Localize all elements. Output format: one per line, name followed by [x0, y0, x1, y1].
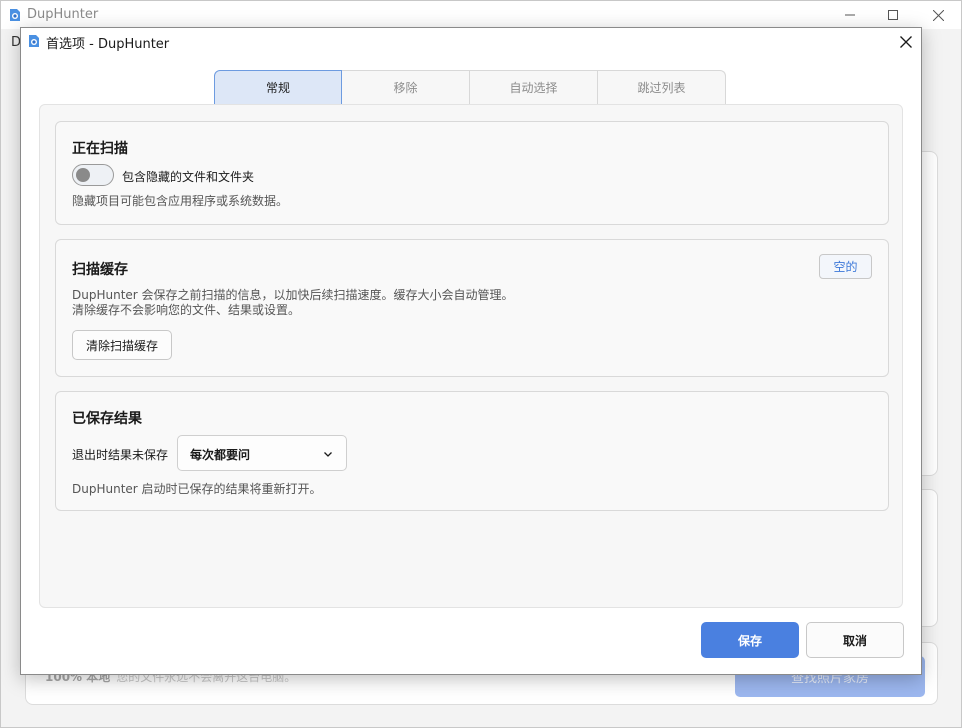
- clear-scan-cache-button[interactable]: 清除扫描缓存: [72, 330, 172, 360]
- scan-cache-title: 扫描缓存: [72, 262, 128, 278]
- saved-results-section: 已保存结果 退出时结果未保存 每次都要问 DupHunter 启动时已保存的结果…: [55, 391, 889, 511]
- scanning-section: 正在扫描 包含隐藏的文件和文件夹 隐藏项目可能包含应用程序或系统数据。: [55, 121, 889, 225]
- scan-cache-section: 扫描缓存 空的 DupHunter 会保存之前扫描的信息，以加快后续扫描速度。缓…: [55, 239, 889, 377]
- close-icon: [932, 9, 944, 21]
- close-icon: [900, 36, 912, 48]
- saved-results-description: DupHunter 启动时已保存的结果将重新打开。: [72, 482, 322, 496]
- dialog-titlebar: 首选项 - DupHunter: [21, 28, 921, 56]
- toggle-knob: [76, 168, 90, 182]
- tab-skip-list[interactable]: 跳过列表: [598, 70, 726, 104]
- minimize-button[interactable]: [827, 1, 873, 29]
- chevron-down-icon: [324, 452, 332, 457]
- cancel-button[interactable]: 取消: [806, 622, 904, 658]
- scan-cache-description-2: 清除缓存不会影响您的文件、结果或设置。: [72, 303, 301, 317]
- dialog-close-button[interactable]: [893, 30, 919, 54]
- app-logo-icon: [10, 9, 20, 21]
- scanning-title: 正在扫描: [72, 141, 128, 157]
- unsaved-on-exit-label: 退出时结果未保存: [72, 448, 169, 462]
- hidden-files-toggle-label: 包含隐藏的文件和文件夹: [122, 170, 255, 184]
- minimize-icon: [845, 14, 855, 16]
- maximize-icon: [888, 10, 898, 20]
- main-window-title: DupHunter: [27, 7, 99, 22]
- dialog-title: 首选项 - DupHunter: [46, 37, 170, 52]
- tab-general[interactable]: 常规: [214, 70, 342, 104]
- tab-remove[interactable]: 移除: [342, 70, 470, 104]
- select-value: 每次都要问: [190, 448, 251, 462]
- tab-bar: 常规 移除 自动选择 跳过列表: [214, 70, 726, 104]
- scanning-description: 隐藏项目可能包含应用程序或系统数据。: [72, 194, 289, 208]
- main-titlebar: DupHunter: [1, 1, 961, 29]
- app-logo-icon: [29, 35, 39, 47]
- save-button[interactable]: 保存: [701, 622, 799, 658]
- tab-auto-select[interactable]: 自动选择: [470, 70, 598, 104]
- cache-status-badge: 空的: [819, 254, 872, 279]
- maximize-button[interactable]: [870, 1, 916, 29]
- general-settings-panel: 正在扫描 包含隐藏的文件和文件夹 隐藏项目可能包含应用程序或系统数据。 扫描缓存…: [39, 104, 903, 608]
- scan-cache-description-1: DupHunter 会保存之前扫描的信息，以加快后续扫描速度。缓存大小会自动管理…: [72, 288, 514, 302]
- saved-results-title: 已保存结果: [72, 411, 142, 427]
- main-close-button[interactable]: [915, 1, 961, 29]
- unsaved-on-exit-select[interactable]: 每次都要问: [177, 435, 347, 471]
- preferences-dialog: 首选项 - DupHunter 常规 移除 自动选择 跳过列表 正在扫描 包含隐…: [20, 27, 922, 675]
- hidden-files-toggle[interactable]: [72, 164, 114, 186]
